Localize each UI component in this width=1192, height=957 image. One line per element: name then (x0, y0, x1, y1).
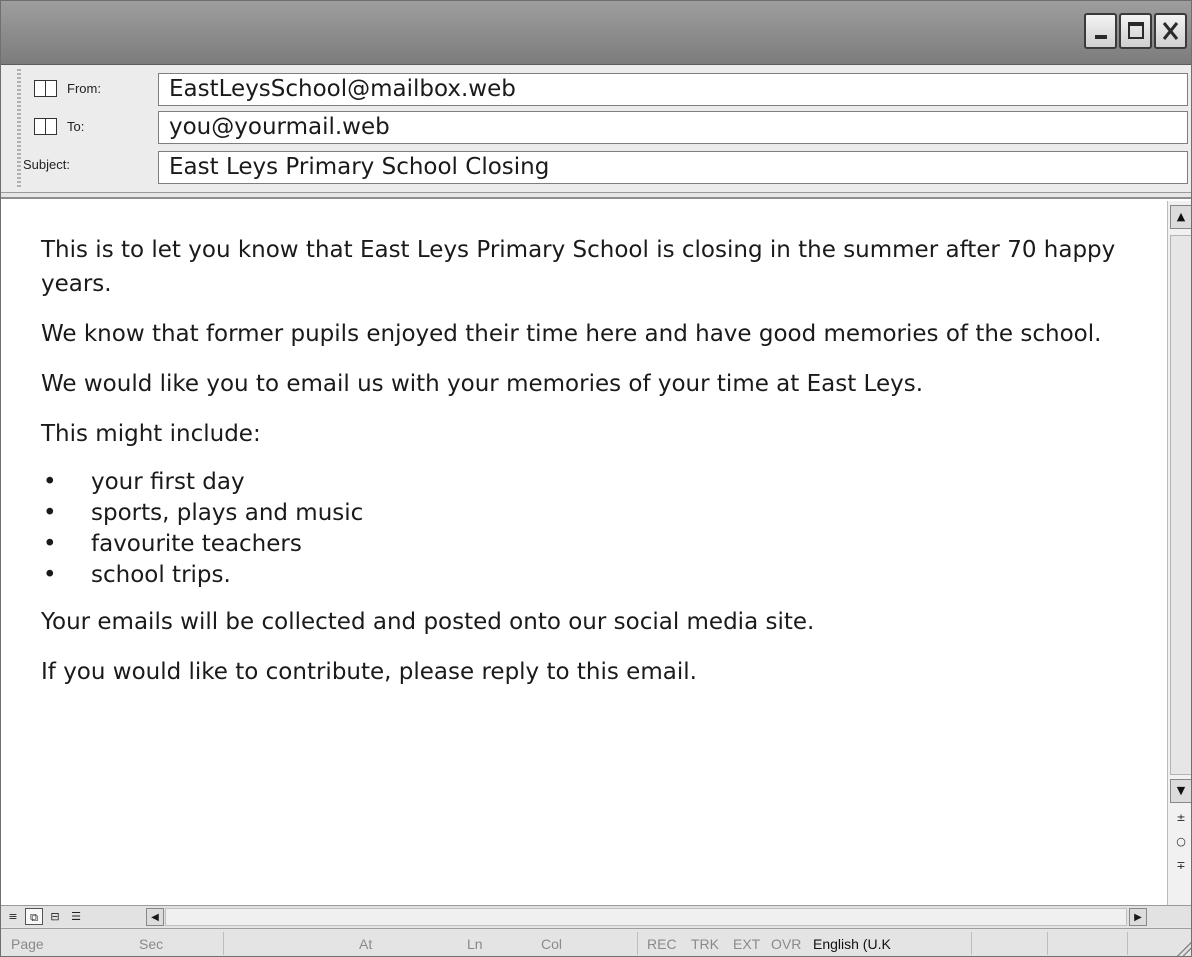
status-sec: Sec (139, 936, 164, 952)
close-button[interactable] (1154, 13, 1187, 49)
status-divider (1047, 932, 1048, 955)
view-and-scroll-strip: ≡ ⧉ ⊟ ☰ ◀ ▶ (1, 905, 1191, 927)
web-layout-view-button[interactable]: ⧉ (25, 908, 43, 925)
from-row: From: EastLeysSchool@mailbox.web (1, 69, 1191, 107)
message-header: From: EastLeysSchool@mailbox.web To: you… (1, 65, 1191, 193)
status-at: At (359, 936, 373, 952)
next-page-button[interactable]: ∓ (1170, 859, 1191, 872)
scroll-left-button[interactable]: ◀ (146, 908, 164, 926)
title-bar[interactable] (1, 1, 1191, 65)
subject-row: Subject: East Leys Primary School Closin… (1, 147, 1191, 185)
scroll-right-button[interactable]: ▶ (1129, 908, 1147, 926)
status-rec[interactable]: REC (647, 936, 677, 952)
subject-label: Subject: (23, 157, 70, 172)
paragraph: This might include: (41, 421, 261, 447)
previous-page-button[interactable]: ± (1170, 811, 1191, 824)
browse-object-button[interactable]: ○ (1170, 835, 1191, 848)
list-item: favourite teachers (41, 529, 1146, 560)
vertical-scrollbar[interactable]: ▲ ▼ ± ○ ∓ (1167, 201, 1191, 905)
print-layout-view-button[interactable]: ⊟ (46, 908, 64, 925)
to-label: To: (67, 118, 85, 134)
from-label-button[interactable]: From: (33, 79, 101, 97)
status-divider (1127, 932, 1128, 955)
status-divider (223, 932, 224, 955)
to-label-button[interactable]: To: (33, 117, 84, 135)
minimize-button[interactable] (1084, 13, 1117, 49)
scroll-down-button[interactable]: ▼ (1170, 779, 1191, 803)
normal-view-button[interactable]: ≡ (4, 908, 22, 925)
maximize-icon (1128, 22, 1144, 39)
list-item: school trips. (41, 560, 1146, 591)
status-divider (971, 932, 972, 955)
close-icon (1162, 22, 1179, 40)
status-ovr[interactable]: OVR (771, 936, 801, 952)
address-book-icon (33, 79, 57, 97)
status-language[interactable]: English (U.K (813, 936, 891, 952)
status-divider (637, 932, 638, 955)
paragraph: If you would like to contribute, please … (41, 659, 697, 685)
status-trk[interactable]: TRK (691, 936, 719, 952)
status-col: Col (541, 936, 563, 952)
to-row: To: you@yourmail.web (1, 107, 1191, 145)
status-ln: Ln (467, 936, 483, 952)
window-controls (1084, 13, 1187, 49)
paragraph: We would like you to email us with your … (41, 371, 924, 397)
address-book-icon (33, 117, 57, 135)
email-window: From: EastLeysSchool@mailbox.web To: you… (0, 0, 1192, 957)
list-item: your first day (41, 467, 1146, 498)
subject-field[interactable]: East Leys Primary School Closing (158, 151, 1188, 184)
status-bar: Page Sec At Ln Col REC TRK EXT OVR Engli… (1, 928, 1191, 956)
to-field[interactable]: you@yourmail.web (158, 111, 1188, 144)
maximize-button[interactable] (1119, 13, 1152, 49)
from-field[interactable]: EastLeysSchool@mailbox.web (158, 73, 1188, 106)
status-page: Page (11, 936, 44, 952)
list-item: sports, plays and music (41, 498, 1146, 529)
status-ext[interactable]: EXT (733, 936, 760, 952)
memories-list: your first day sports, plays and music f… (41, 467, 1146, 591)
minimize-icon (1095, 35, 1107, 39)
from-label: From: (67, 80, 101, 96)
message-text: This is to let you know that East Leys P… (41, 233, 1146, 705)
paragraph: Your emails will be collected and posted… (41, 609, 815, 635)
outline-view-button[interactable]: ☰ (67, 908, 85, 925)
paragraph: This is to let you know that East Leys P… (41, 237, 1116, 297)
paragraph: We know that former pupils enjoyed their… (41, 321, 1102, 347)
subject-label-text: Subject: (23, 157, 70, 172)
message-body[interactable]: This is to let you know that East Leys P… (1, 197, 1191, 905)
resize-grip-icon[interactable] (1175, 940, 1191, 956)
scroll-thumb[interactable] (1170, 235, 1191, 775)
horizontal-scrollbar[interactable] (165, 908, 1127, 926)
scroll-up-button[interactable]: ▲ (1170, 205, 1191, 229)
